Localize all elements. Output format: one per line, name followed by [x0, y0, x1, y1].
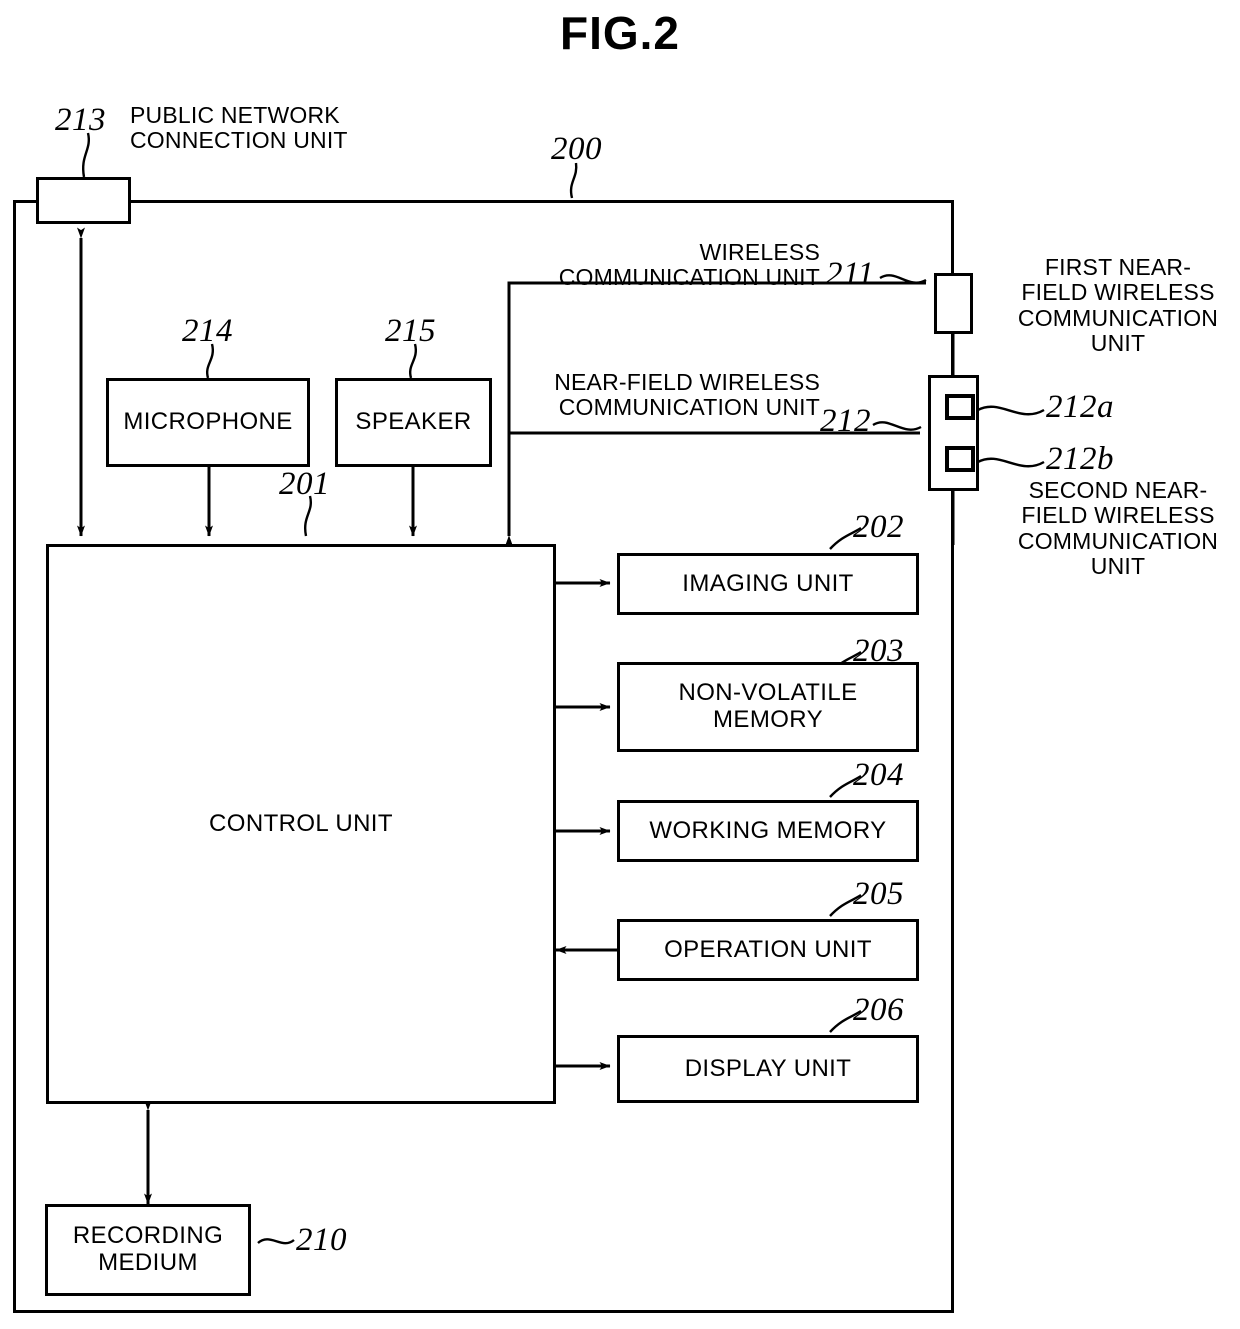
- control-unit-box[interactable]: CONTROL UNIT: [46, 544, 556, 1104]
- first-nf-label-line2: FIELD WIRELESS: [1021, 279, 1215, 306]
- second-near-field-unit-212b[interactable]: [945, 446, 975, 472]
- public-network-connection-unit-label: PUBLIC NETWORK CONNECTION UNIT: [130, 102, 348, 154]
- microphone-label: MICROPHONE: [123, 408, 293, 436]
- non-volatile-memory-label: NON-VOLATILE MEMORY: [678, 679, 858, 734]
- ref-212b: 212b: [1046, 441, 1114, 477]
- working-memory-label: WORKING MEMORY: [649, 816, 887, 844]
- second-near-field-wireless-communication-unit-label: SECOND NEAR- FIELD WIRELESS COMMUNICATIO…: [1000, 477, 1236, 579]
- wireless-label-line1: WIRELESS: [699, 239, 820, 265]
- imaging-unit-label: IMAGING UNIT: [682, 569, 854, 597]
- ref-212: 212: [820, 403, 871, 439]
- non-volatile-memory-label-line1: NON-VOLATILE: [678, 679, 858, 707]
- working-memory-box[interactable]: WORKING MEMORY: [617, 800, 919, 862]
- wireless-communication-unit-box-211[interactable]: [934, 273, 973, 334]
- display-unit-box[interactable]: DISPLAY UNIT: [617, 1035, 919, 1103]
- public-network-label-line2: CONNECTION UNIT: [130, 127, 348, 154]
- ref-211: 211: [826, 256, 875, 292]
- wireless-label-line2: COMMUNICATION UNIT: [558, 264, 820, 291]
- recording-medium-label-line2: MEDIUM: [98, 1249, 198, 1276]
- first-near-field-wireless-communication-unit-label: FIRST NEAR- FIELD WIRELESS COMMUNICATION…: [1000, 254, 1236, 356]
- ref-203: 203: [853, 633, 904, 669]
- non-volatile-memory-box[interactable]: NON-VOLATILE MEMORY: [617, 662, 919, 752]
- ref-205: 205: [853, 876, 904, 912]
- ref-206: 206: [853, 992, 904, 1028]
- ref-201: 201: [279, 466, 330, 502]
- microphone-box[interactable]: MICROPHONE: [106, 378, 310, 467]
- operation-unit-label: OPERATION UNIT: [664, 935, 872, 963]
- display-unit-label: DISPLAY UNIT: [684, 1054, 852, 1082]
- ref-202: 202: [853, 509, 904, 545]
- first-near-field-unit-212a[interactable]: [945, 394, 975, 420]
- first-nf-label-line1: FIRST NEAR-: [1044, 254, 1192, 280]
- near-field-wireless-communication-unit-box-212[interactable]: [928, 375, 979, 491]
- first-nf-label-line3: COMMUNICATION: [1017, 304, 1219, 331]
- figure-canvas: FIG.2 MICROPHONE SPEAKER CONTROL UNIT IM…: [0, 0, 1240, 1329]
- second-nf-label-line2: FIELD WIRELESS: [1021, 502, 1215, 529]
- public-network-connection-unit-box[interactable]: [36, 177, 131, 224]
- recording-medium-box[interactable]: RECORDING MEDIUM: [45, 1204, 251, 1296]
- recording-medium-label: RECORDING MEDIUM: [72, 1222, 224, 1277]
- ref-214: 214: [182, 313, 233, 349]
- second-nf-label-line3: COMMUNICATION: [1017, 527, 1219, 554]
- imaging-unit-box[interactable]: IMAGING UNIT: [617, 553, 919, 615]
- second-nf-label-line4: UNIT: [1090, 552, 1146, 579]
- ref-215: 215: [385, 313, 436, 349]
- ref-210: 210: [296, 1222, 347, 1258]
- control-unit-label: CONTROL UNIT: [209, 809, 393, 837]
- near-field-wireless-communication-unit-label: NEAR-FIELD WIRELESS COMMUNICATION UNIT: [440, 369, 820, 421]
- ref-213: 213: [55, 102, 106, 138]
- recording-medium-label-line1: RECORDING: [72, 1222, 224, 1250]
- wireless-communication-unit-label: WIRELESS COMMUNICATION UNIT: [440, 239, 820, 291]
- operation-unit-box[interactable]: OPERATION UNIT: [617, 919, 919, 981]
- nearfield-label-line1: NEAR-FIELD WIRELESS: [554, 369, 820, 395]
- second-nf-label-line1: SECOND NEAR-: [1028, 477, 1208, 503]
- ref-200: 200: [551, 131, 602, 167]
- public-network-label-line1: PUBLIC NETWORK: [130, 102, 340, 128]
- first-nf-label-line4: UNIT: [1090, 329, 1146, 356]
- nearfield-label-line2: COMMUNICATION UNIT: [558, 394, 820, 421]
- non-volatile-memory-label-line2: MEMORY: [713, 706, 823, 733]
- ref-212a: 212a: [1046, 389, 1114, 425]
- ref-204: 204: [853, 757, 904, 793]
